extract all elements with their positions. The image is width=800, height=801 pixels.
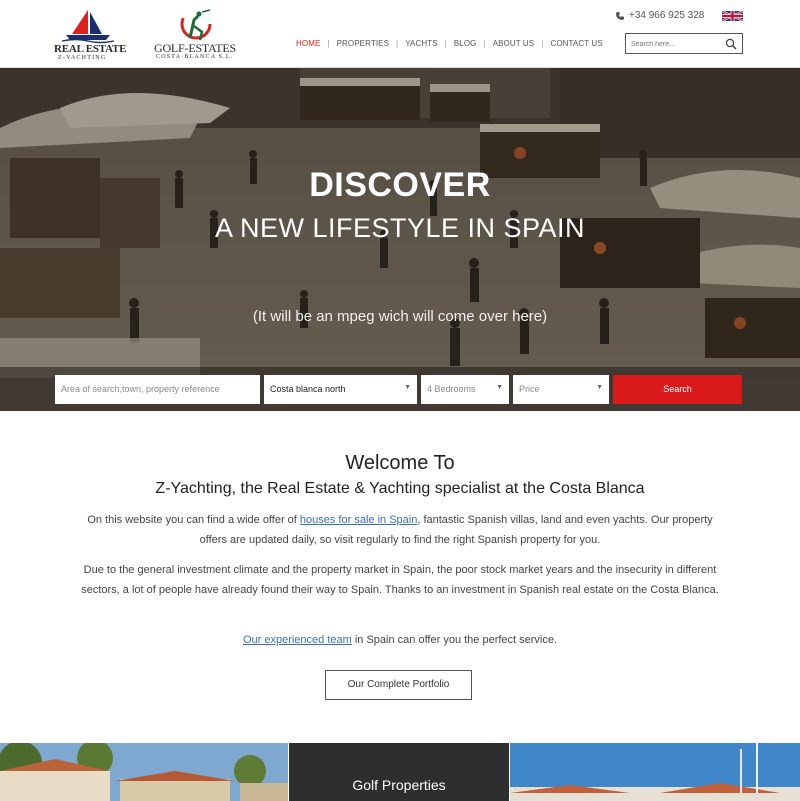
area-search-placeholder: Area of search,town, property reference	[61, 384, 220, 394]
nav-separator: |	[483, 39, 486, 48]
search-icon[interactable]	[725, 38, 737, 50]
sailboat-logo-icon	[61, 10, 115, 44]
nav-separator: |	[396, 39, 399, 48]
p3-text: in Spain can offer you the perfect servi…	[351, 634, 558, 646]
site-header: REAL ESTATE Z-YACHTING GOLF-ESTATES COST…	[0, 0, 800, 68]
uk-flag-icon[interactable]	[722, 11, 743, 21]
chevron-down-icon: ▼	[404, 384, 411, 391]
region-select-value: Costa blanca north	[270, 384, 346, 394]
search-button[interactable]: Search	[613, 375, 742, 404]
golf-properties-tile[interactable]: Golf Properties	[289, 743, 509, 801]
nav-separator: |	[541, 39, 544, 48]
welcome-paragraph-1: On this website you can find a wide offe…	[80, 510, 720, 550]
phone-contact[interactable]: +34 966 925 328	[615, 10, 704, 21]
price-select-value: Price	[519, 384, 540, 394]
header-search	[625, 33, 743, 54]
chevron-down-icon: ▼	[596, 384, 603, 391]
p1-text-start: On this website you can find a wide offe…	[87, 514, 300, 526]
golf-estates-logo[interactable]: GOLF-ESTATES COSTA·BLANCA S.L.	[150, 8, 242, 60]
area-search-field[interactable]: Area of search,town, property reference	[55, 375, 260, 404]
bedrooms-select[interactable]: 4 Bedrooms ▼	[421, 375, 509, 404]
bedrooms-select-value: 4 Bedrooms	[427, 384, 476, 394]
hero-subtitle: A NEW LIFESTYLE IN SPAIN	[214, 213, 586, 243]
chevron-down-icon: ▼	[496, 384, 503, 391]
hero-banner: DISCOVER A NEW LIFESTYLE IN SPAIN (It wi…	[0, 68, 800, 411]
harbour-tile[interactable]	[510, 743, 800, 801]
region-select[interactable]: Costa blanca north ▼	[264, 375, 417, 404]
nav-contact-us[interactable]: CONTACT US	[550, 39, 602, 48]
phone-icon	[616, 11, 624, 20]
welcome-subheading: Z-Yachting, the Real Estate & Yachting s…	[155, 480, 645, 497]
golfer-logo-icon	[180, 8, 212, 41]
nav-yachts[interactable]: YACHTS	[405, 39, 437, 48]
nav-properties[interactable]: PROPERTIES	[337, 39, 389, 48]
villa-photo	[0, 743, 288, 801]
complete-portfolio-button[interactable]: Our Complete Portfolio	[325, 670, 472, 700]
welcome-heading: Welcome To	[345, 452, 455, 474]
nav-home[interactable]: HOME	[296, 39, 320, 48]
houses-for-sale-link[interactable]: houses for sale in Spain	[300, 514, 417, 526]
nav-separator: |	[444, 39, 447, 48]
experienced-team-link[interactable]: Our experienced team	[243, 634, 352, 646]
header-search-input[interactable]	[631, 38, 721, 50]
real-estate-logo[interactable]: REAL ESTATE Z-YACHTING	[52, 8, 127, 61]
hero-note: (It will be an mpeg wich will come over …	[252, 308, 548, 325]
welcome-paragraph-3: Our experienced team in Spain can offer …	[80, 630, 720, 650]
phone-number: +34 966 925 328	[629, 10, 705, 21]
hero-title: DISCOVER	[309, 166, 491, 204]
logo1-subtitle: Z-YACHTING	[58, 55, 107, 61]
logo1-title: REAL ESTATE	[54, 43, 127, 55]
logo2-subtitle: COSTA·BLANCA S.L.	[156, 54, 234, 60]
price-select[interactable]: Price ▼	[513, 375, 609, 404]
harbour-photo	[510, 743, 800, 801]
nav-about-us[interactable]: ABOUT US	[493, 39, 535, 48]
golf-properties-label: Golf Properties	[352, 777, 446, 793]
main-nav: HOME | PROPERTIES | YACHTS | BLOG | ABOU…	[296, 39, 603, 48]
nav-blog[interactable]: BLOG	[454, 39, 477, 48]
nav-separator: |	[327, 39, 330, 48]
welcome-paragraph-2: Due to the general investment climate an…	[81, 564, 719, 596]
villa-tile[interactable]	[0, 743, 288, 801]
